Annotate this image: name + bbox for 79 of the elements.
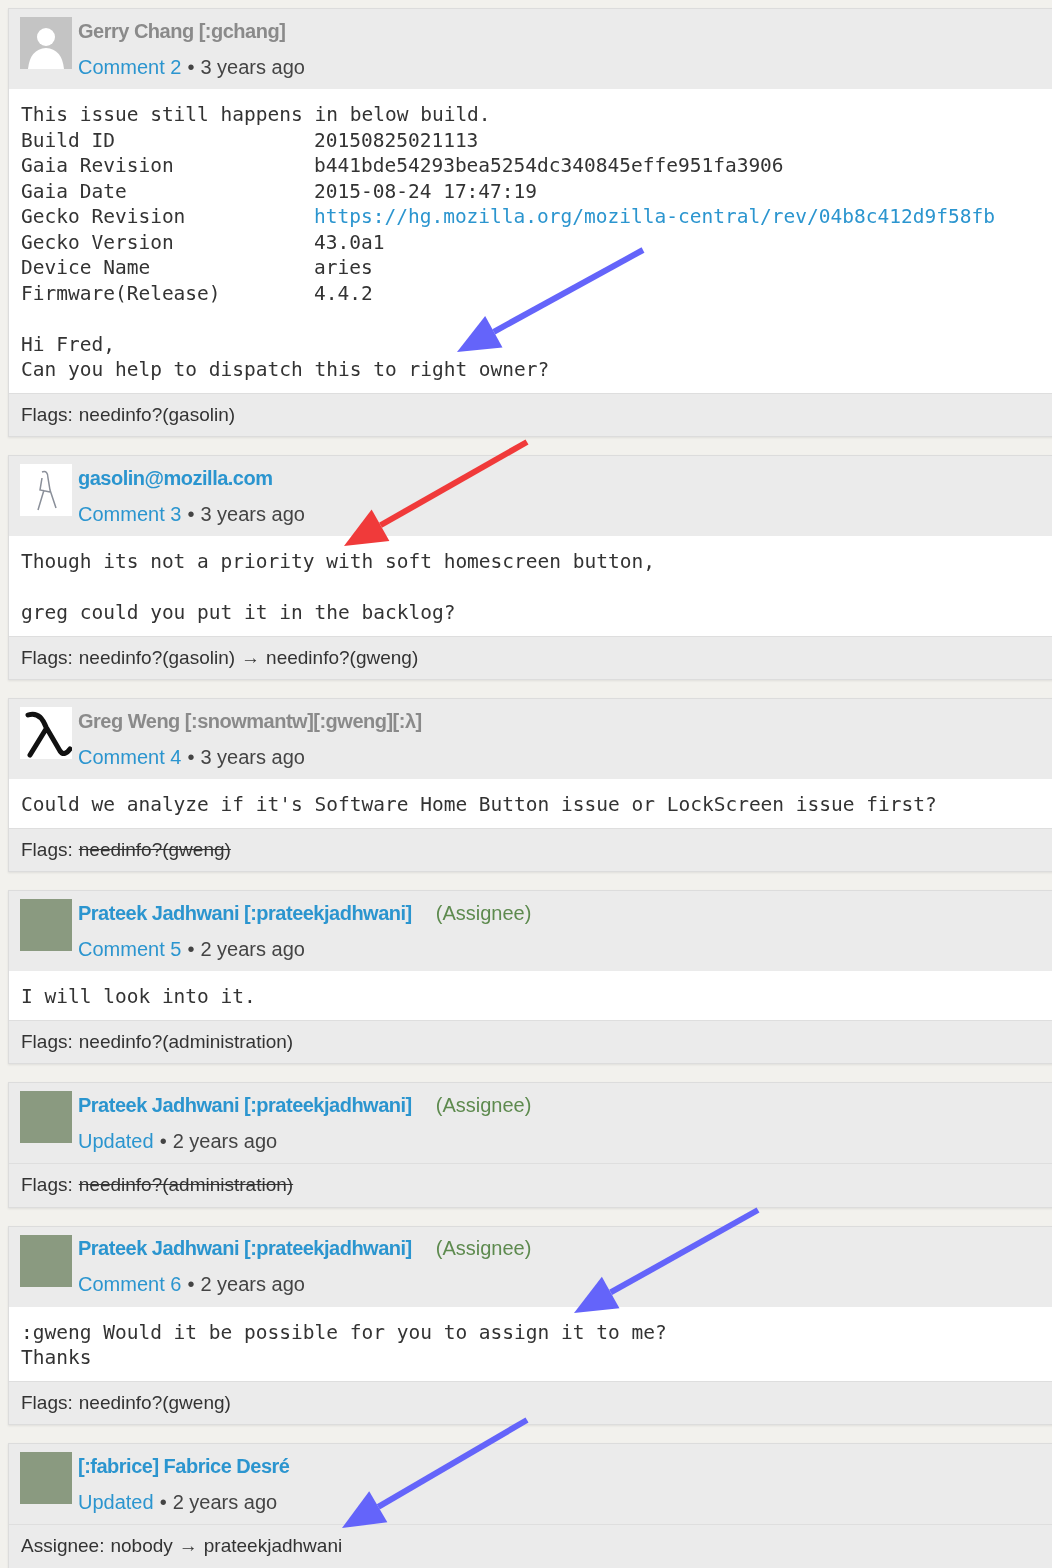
author-name: Greg Weng [:snowmantw][:gweng][:λ] xyxy=(78,708,422,734)
comment-time: 2 years ago xyxy=(200,1272,305,1297)
author-name[interactable]: [:fabrice] Fabrice Desré xyxy=(78,1450,290,1481)
author-name[interactable]: Prateek Jadhwani [:prateekjadhwani] xyxy=(78,1233,412,1263)
role-label: (Assignee) xyxy=(435,900,532,926)
change-arrow: → xyxy=(178,1534,198,1558)
change-value: prateekjadhwani xyxy=(203,1534,343,1558)
comment-text: Hi Fred, xyxy=(21,331,116,357)
change-field-label: Flags: xyxy=(21,1173,73,1197)
bullet-separator: • xyxy=(159,1128,167,1154)
bullet-separator: • xyxy=(187,936,195,962)
bullet-separator: • xyxy=(187,1272,195,1297)
change-value: needinfo?(gasolin) xyxy=(78,402,236,427)
change-field-label: Flags: xyxy=(21,645,73,670)
author-name[interactable]: gasolin@mozilla.com xyxy=(78,462,273,493)
field-label: Build ID xyxy=(21,127,116,153)
avatar-sketch-icon xyxy=(20,464,72,516)
comment-text: greg could you put it in the backlog? xyxy=(21,600,457,626)
comment-text: :gweng Would it be possible for you to assign it to me? xyxy=(21,1319,668,1345)
change-field-label: Flags: xyxy=(21,402,73,427)
change-value: needinfo?(administration) xyxy=(78,1029,294,1054)
revision-link[interactable]: https://hg.mozilla.org/mozilla-central/rev/04b8c412d9f58fb xyxy=(314,204,995,230)
comment-link[interactable]: Comment 4 xyxy=(78,741,182,772)
photo-placeholder xyxy=(20,899,72,951)
change-field-label: Flags: xyxy=(21,1390,73,1415)
field-label: Firmware(Release) xyxy=(21,280,222,306)
author-name[interactable]: Prateek Jadhwani [:prateekjadhwani] xyxy=(78,897,412,928)
comment-text: Thanks xyxy=(21,1345,93,1371)
role-label: (Assignee) xyxy=(435,1236,532,1261)
change-field-label: Assignee: xyxy=(21,1534,105,1558)
comment-time: 2 years ago xyxy=(172,1489,278,1515)
field-value: 20150825021113 xyxy=(314,127,479,153)
field-label: Gecko Revision xyxy=(21,204,187,230)
photo-placeholder xyxy=(20,1234,72,1287)
change-field-label: Flags: xyxy=(21,837,73,862)
field-value: 2015-08-24 17:47:19 xyxy=(314,178,538,204)
comment-text: This issue still happens in below build. xyxy=(21,102,492,128)
comment-link[interactable]: Comment 3 xyxy=(78,498,182,529)
comment-link[interactable]: Updated xyxy=(78,1125,154,1156)
comment-time: 2 years ago xyxy=(200,936,305,962)
bullet-separator: • xyxy=(159,1489,167,1515)
field-value: b441bde54293bea5254dc340845effe951fa3906 xyxy=(314,153,784,179)
field-label: Device Name xyxy=(21,255,152,281)
field-label: Gaia Revision xyxy=(21,153,175,179)
bullet-separator: • xyxy=(187,501,195,527)
comment-text: Though its not a priority with soft homescreen button, xyxy=(21,549,656,575)
comment-text: I will look into it. xyxy=(21,984,257,1010)
change-value: needinfo?(gweng) xyxy=(266,645,419,670)
change-arrow: → xyxy=(241,645,261,670)
change-value: needinfo?(gweng) xyxy=(78,837,231,862)
author-name[interactable]: Prateek Jadhwani [:prateekjadhwani] xyxy=(78,1089,412,1120)
change-value: needinfo?(gasolin) xyxy=(78,645,236,670)
avatar-silhouette-icon xyxy=(20,17,72,69)
role-label: (Assignee) xyxy=(435,1092,532,1118)
change-value: nobody xyxy=(110,1534,173,1558)
comment-text: Could we analyze if it's Software Home Button issue or LockScreen issue first? xyxy=(21,792,938,818)
field-label: Gaia Date xyxy=(21,178,128,204)
bullet-separator: • xyxy=(187,54,195,80)
change-value: needinfo?(administration) xyxy=(78,1173,294,1197)
photo-placeholder xyxy=(20,1452,72,1504)
field-value: 43.0a1 xyxy=(314,229,385,255)
photo-placeholder xyxy=(20,1091,72,1143)
comment-link[interactable]: Comment 5 xyxy=(78,933,182,964)
comment-link[interactable]: Updated xyxy=(78,1486,154,1517)
comment-link[interactable]: Comment 2 xyxy=(78,51,182,82)
author-name: Gerry Chang [:gchang] xyxy=(78,18,286,44)
comment-time: 3 years ago xyxy=(200,501,305,527)
comment-link[interactable]: Comment 6 xyxy=(78,1269,182,1299)
field-value: 4.4.2 xyxy=(314,280,373,306)
bullet-separator: • xyxy=(187,744,195,770)
change-value: needinfo?(gweng) xyxy=(78,1390,231,1415)
comment-text: Can you help to dispatch this to right owner? xyxy=(21,357,551,383)
avatar-lambda-icon xyxy=(20,707,72,759)
comment-time: 3 years ago xyxy=(200,744,305,770)
change-field-label: Flags: xyxy=(21,1029,73,1054)
field-value: aries xyxy=(314,255,373,281)
comment-time: 2 years ago xyxy=(172,1128,278,1154)
comment-time: 3 years ago xyxy=(200,54,305,80)
field-label: Gecko Version xyxy=(21,229,175,255)
